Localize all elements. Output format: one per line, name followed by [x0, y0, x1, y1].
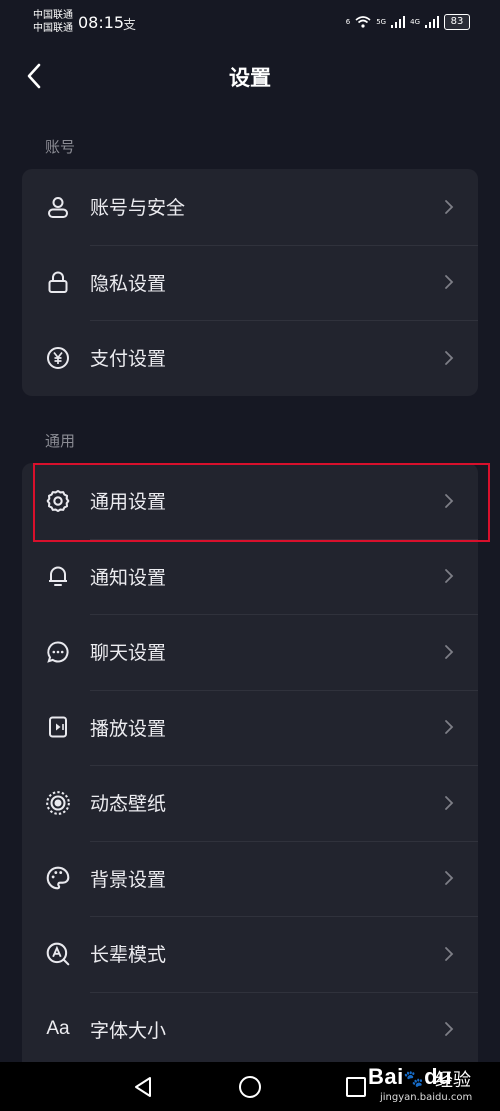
triangle-back-icon [135, 1077, 151, 1097]
chevron-right-icon [445, 1022, 454, 1037]
section-label-account: 账号 [45, 138, 76, 156]
chevron-right-icon [445, 946, 454, 961]
font-size-icon: Aa [44, 1015, 72, 1043]
row-privacy-settings[interactable]: 隐私设置 [22, 244, 478, 321]
section-label-general: 通用 [45, 432, 76, 450]
baidu-jingyan-watermark: Bai🐾du 经验 jingyan.baidu.com [368, 1064, 486, 1108]
row-label: 字体大小 [90, 1019, 167, 1042]
nav-back-button[interactable] [130, 1074, 156, 1100]
row-font-size[interactable]: Aa 字体大小 [22, 991, 478, 1068]
chevron-right-icon [445, 275, 454, 290]
wifi-label: 6 [345, 18, 351, 26]
alipay-icon: 支 [123, 18, 137, 33]
carrier-2: 中国联通 [33, 23, 73, 34]
carrier-1: 中国联通 [33, 10, 73, 21]
bell-icon [44, 562, 72, 590]
wifi-icon [355, 16, 371, 28]
clock: 08:15 [78, 13, 125, 32]
status-bar: 中国联通 中国联通 08:15 支 6 5G 4G 83 [0, 0, 500, 44]
row-label: 通知设置 [90, 566, 167, 589]
circle-home-icon [239, 1076, 261, 1098]
general-group: 通用设置 通知设置 聊天设置 播放设置 动态壁纸 背景设置 长辈模式 Aa 字体… [22, 463, 478, 1067]
row-payment-settings[interactable]: 支付设置 [22, 320, 478, 396]
chevron-right-icon [445, 569, 454, 584]
chevron-right-icon [445, 720, 454, 735]
signal-icon-2 [425, 16, 439, 28]
nav-recents-button[interactable] [343, 1074, 369, 1100]
row-label: 动态壁纸 [90, 793, 167, 816]
row-account-security[interactable]: 账号与安全 [22, 169, 478, 245]
page-header: 设置 [0, 48, 500, 104]
row-elder-mode[interactable]: 长辈模式 [22, 916, 478, 992]
chevron-right-icon [445, 493, 454, 508]
row-live-wallpaper[interactable]: 动态壁纸 [22, 765, 478, 841]
row-label: 播放设置 [90, 717, 167, 740]
nav-home-button[interactable] [237, 1074, 263, 1100]
user-icon [44, 193, 72, 221]
battery-icon: 83 [444, 14, 470, 30]
wallpaper-icon [44, 789, 72, 817]
row-label: 隐私设置 [90, 272, 167, 295]
palette-icon [44, 864, 72, 892]
watermark-url: jingyan.baidu.com [380, 1092, 473, 1103]
row-label: 聊天设置 [90, 642, 167, 665]
yen-icon [44, 344, 72, 372]
network-4g-label: 4G [410, 18, 420, 26]
carrier-labels: 中国联通 中国联通 [33, 9, 73, 35]
row-label: 账号与安全 [90, 197, 186, 220]
page-title: 设置 [229, 66, 271, 90]
chevron-right-icon [445, 795, 454, 810]
row-chat-settings[interactable]: 聊天设置 [22, 614, 478, 690]
chat-bubble-icon [44, 638, 72, 666]
row-label: 通用设置 [90, 491, 167, 514]
font-size-glyph: Aa [46, 1018, 70, 1040]
signal-icon [391, 16, 406, 28]
row-label: 背景设置 [90, 868, 167, 891]
account-group: 账号与安全 隐私设置 支付设置 [22, 169, 478, 396]
watermark-cn: 经验 [435, 1070, 471, 1091]
gear-icon [44, 487, 72, 515]
chevron-right-icon [445, 871, 454, 886]
row-notification-settings[interactable]: 通知设置 [22, 538, 478, 615]
row-playback-settings[interactable]: 播放设置 [22, 689, 478, 766]
network-5g-label: 5G [376, 18, 387, 26]
chevron-right-icon [445, 350, 454, 365]
play-icon [44, 713, 72, 741]
square-recents-icon [346, 1077, 366, 1097]
lock-icon [44, 268, 72, 296]
row-label: 长辈模式 [90, 944, 167, 967]
elder-mode-icon [44, 940, 72, 968]
chevron-right-icon [445, 644, 454, 659]
row-background-settings[interactable]: 背景设置 [22, 840, 478, 917]
row-general-settings[interactable]: 通用设置 [22, 463, 478, 539]
chevron-right-icon [445, 199, 454, 214]
row-label: 支付设置 [90, 348, 167, 371]
status-icons: 6 5G 4G 83 [346, 14, 470, 30]
